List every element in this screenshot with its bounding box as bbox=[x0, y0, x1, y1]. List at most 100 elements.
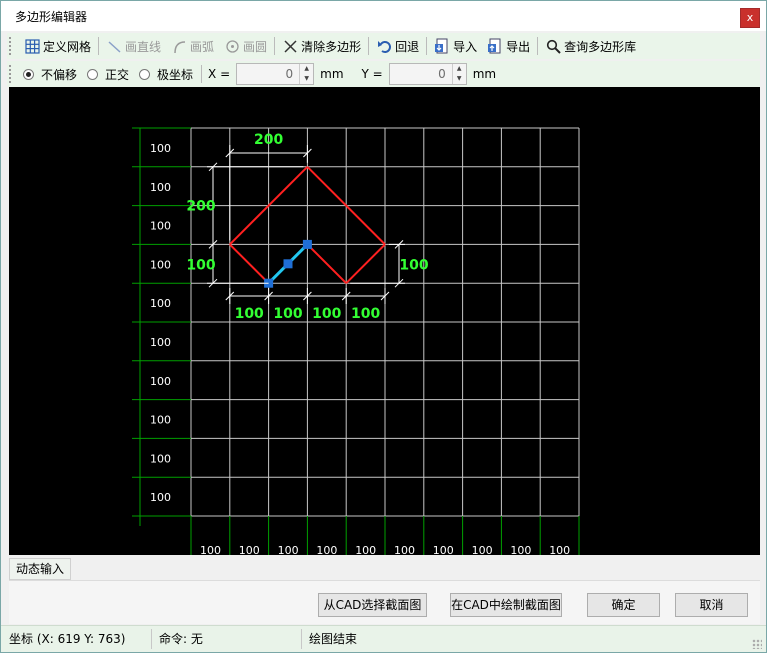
clear-polygon-button[interactable]: 清除多边形 bbox=[277, 35, 366, 57]
y-input-value[interactable]: 0 bbox=[390, 64, 452, 84]
tab-dynamic-input[interactable]: 动态输入 bbox=[9, 558, 71, 580]
polygon-edge bbox=[306, 243, 347, 284]
radio-polar-label: 极坐标 bbox=[157, 67, 194, 82]
radio-orthogonal[interactable]: 正交 bbox=[83, 66, 135, 83]
dimension-left-height: 200 bbox=[186, 199, 215, 215]
toolbar-grip[interactable] bbox=[9, 37, 15, 55]
grid-icon bbox=[24, 38, 40, 54]
ruler-row-label: 100 bbox=[150, 336, 171, 349]
draw-in-cad-button[interactable]: 在CAD中绘制截面图 bbox=[450, 593, 562, 617]
query-library-button[interactable]: 查询多边形库 bbox=[540, 35, 641, 57]
draw-arc-label: 画弧 bbox=[190, 39, 215, 54]
ruler-column-label: 100 bbox=[549, 544, 570, 555]
ruler-row-label: 100 bbox=[150, 297, 171, 310]
import-button[interactable]: 导入 bbox=[429, 35, 482, 57]
x-input-value[interactable]: 0 bbox=[237, 64, 299, 84]
toolbar-separator bbox=[274, 37, 276, 55]
radio-no-offset-label: 不偏移 bbox=[41, 67, 78, 82]
x-stepper[interactable]: ▲ ▼ bbox=[299, 64, 313, 84]
ruler-column-label: 100 bbox=[200, 544, 221, 555]
draw-circle-button[interactable]: 画圆 bbox=[219, 35, 272, 57]
query-library-label: 查询多边形库 bbox=[564, 39, 637, 54]
radio-polar[interactable]: 极坐标 bbox=[135, 66, 199, 83]
toolbar-separator bbox=[537, 37, 539, 55]
dimension-bottom-segment: 100 bbox=[235, 306, 264, 322]
undo-icon bbox=[376, 38, 392, 54]
arc-icon bbox=[171, 38, 187, 54]
dimension-bottom-segment: 100 bbox=[273, 306, 302, 322]
clear-polygon-label: 清除多边形 bbox=[301, 39, 362, 54]
toolbar-separator bbox=[98, 37, 100, 55]
cancel-button[interactable]: 取消 bbox=[675, 593, 748, 617]
circle-icon bbox=[224, 38, 240, 54]
undo-label: 回退 bbox=[395, 39, 420, 54]
select-from-cad-button[interactable]: 从CAD选择截面图 bbox=[318, 593, 427, 617]
ruler-column-label: 100 bbox=[355, 544, 376, 555]
resize-grip[interactable] bbox=[752, 639, 762, 649]
dimension-bottom-segment: 100 bbox=[351, 306, 380, 322]
drawing-canvas[interactable]: 100 100 100 100 100 100 100 100 100 100 100 100 100 1… bbox=[9, 87, 760, 555]
vertex-grip-handle bbox=[283, 259, 293, 269]
polygon-edge bbox=[229, 243, 270, 284]
ruler-column-label: 100 bbox=[472, 544, 493, 555]
toolbar-separator bbox=[426, 37, 428, 55]
up-arrow-icon[interactable]: ▲ bbox=[300, 64, 313, 74]
ruler-column-label: 100 bbox=[278, 544, 299, 555]
draw-line-button[interactable]: 画直线 bbox=[101, 35, 166, 57]
vertex-grip-handle bbox=[302, 239, 312, 249]
dimension-left-small: 100 bbox=[186, 257, 215, 273]
draw-circle-label: 画圆 bbox=[243, 39, 268, 54]
radio-unselected-icon bbox=[139, 68, 151, 80]
status-message: 绘图结束 bbox=[309, 632, 358, 646]
magnifier-icon bbox=[545, 38, 561, 54]
close-button[interactable]: x bbox=[740, 8, 760, 28]
radio-orthogonal-label: 正交 bbox=[105, 67, 130, 82]
down-arrow-icon[interactable]: ▼ bbox=[300, 74, 313, 84]
toolbar-grip[interactable] bbox=[9, 65, 15, 83]
ruler-row-label: 100 bbox=[150, 181, 171, 194]
status-command: 命令: 无 bbox=[159, 632, 203, 646]
x-icon bbox=[282, 38, 298, 54]
status-coords: 坐标 (X: 619 Y: 763) bbox=[9, 632, 126, 646]
import-icon bbox=[434, 38, 450, 54]
polygon-edge bbox=[345, 243, 386, 284]
status-separator bbox=[151, 629, 152, 649]
y-label: Y = bbox=[361, 67, 383, 81]
ok-button[interactable]: 确定 bbox=[587, 593, 660, 617]
ruler-row-label: 100 bbox=[150, 414, 171, 427]
snap-toolbar: 不偏移 正交 极坐标 X = 0 ▲ ▼ mm Y = 0 ▲ ▼ mm bbox=[7, 61, 760, 87]
dimension-bottom-segment: 100 bbox=[312, 306, 341, 322]
title-bar: 多边形编辑器 x bbox=[1, 1, 766, 31]
down-arrow-icon[interactable]: ▼ bbox=[453, 74, 466, 84]
radio-no-offset[interactable]: 不偏移 bbox=[19, 66, 83, 83]
up-arrow-icon[interactable]: ▲ bbox=[453, 64, 466, 74]
undo-button[interactable]: 回退 bbox=[371, 35, 424, 57]
export-label: 导出 bbox=[506, 39, 531, 54]
draw-line-label: 画直线 bbox=[125, 39, 162, 54]
ruler-row-label: 100 bbox=[150, 375, 171, 388]
x-unit: mm bbox=[320, 67, 344, 81]
define-grid-label: 定义网格 bbox=[43, 39, 92, 54]
x-input[interactable]: 0 ▲ ▼ bbox=[236, 63, 315, 85]
window-title: 多边形编辑器 bbox=[15, 10, 88, 24]
x-label: X = bbox=[208, 67, 231, 81]
ruler-row-label: 100 bbox=[150, 258, 171, 271]
line-icon bbox=[106, 38, 122, 54]
status-separator bbox=[301, 629, 302, 649]
ruler-column-label: 100 bbox=[239, 544, 260, 555]
ruler-column-label: 100 bbox=[433, 544, 454, 555]
status-bar: 坐标 (X: 619 Y: 763) 命令: 无 绘图结束 bbox=[1, 625, 766, 652]
ruler-column-label: 100 bbox=[394, 544, 415, 555]
y-input[interactable]: 0 ▲ ▼ bbox=[388, 63, 467, 85]
ruler-row-label: 100 bbox=[150, 142, 171, 155]
drawing-surface[interactable]: 100 100 100 100 100 100 100 100 100 100 100 100 100 1… bbox=[9, 87, 760, 555]
main-toolbar: 定义网格 画直线 画弧 画圆 清除多边形 回退 导入 导出 查询多边形库 bbox=[7, 33, 760, 59]
toolbar-separator bbox=[201, 65, 203, 83]
draw-arc-button[interactable]: 画弧 bbox=[166, 35, 219, 57]
radio-unselected-icon bbox=[87, 68, 99, 80]
y-stepper[interactable]: ▲ ▼ bbox=[451, 64, 466, 84]
ruler-row-label: 100 bbox=[150, 491, 171, 504]
export-button[interactable]: 导出 bbox=[482, 35, 535, 57]
define-grid-button[interactable]: 定义网格 bbox=[19, 35, 96, 57]
export-icon bbox=[487, 38, 503, 54]
